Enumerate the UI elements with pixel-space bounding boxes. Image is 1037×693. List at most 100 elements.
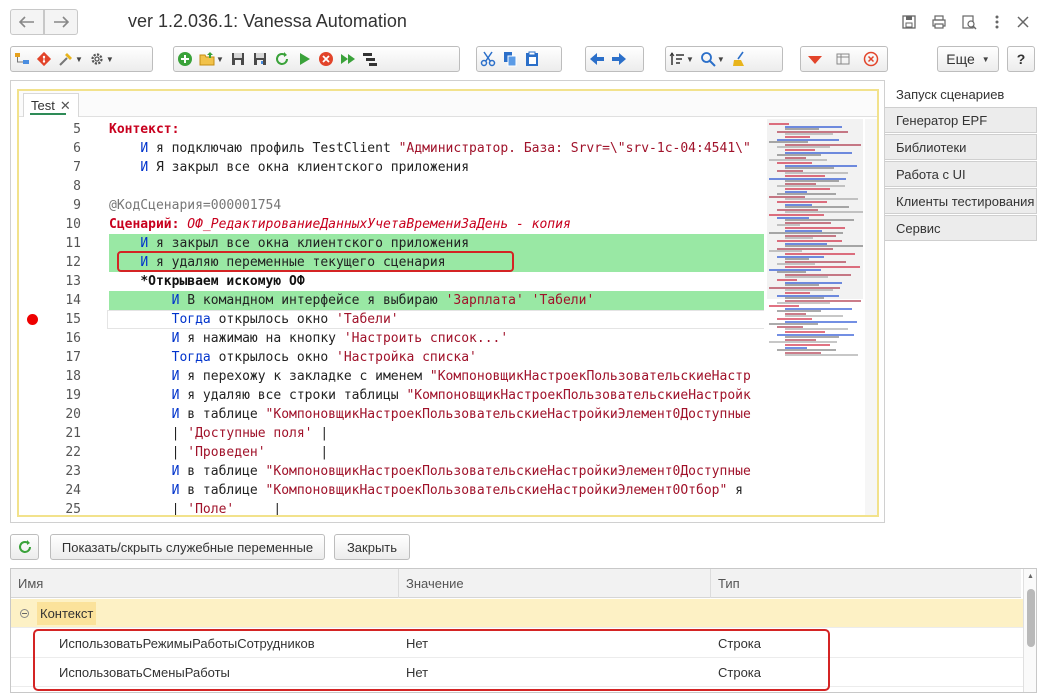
code-line[interactable]: 14 И В командном интерфейсе я выбираю 'З… <box>19 291 764 310</box>
side-tab-5[interactable]: Сервис <box>885 215 1037 241</box>
code-token: я нажимаю на кнопку <box>179 331 344 346</box>
code-line[interactable]: 9 @КодСценария=000001754 <box>19 196 764 215</box>
editor-tabstrip: Test ✕ <box>19 91 877 117</box>
back-button[interactable] <box>10 9 44 35</box>
tools-button[interactable]: ▼ <box>55 47 86 71</box>
clean-button[interactable] <box>728 47 750 71</box>
code-line[interactable]: 16 И я нажимаю на кнопку 'Настроить спис… <box>19 329 764 348</box>
run-button[interactable] <box>293 47 315 71</box>
step-button[interactable] <box>359 47 381 71</box>
code-token: "КомпоновщикНастроекПользовательскиеНаст… <box>265 407 751 422</box>
code-line[interactable]: 23 И в таблице "КомпоновщикНастроекПольз… <box>19 462 764 481</box>
save-window-button[interactable] <box>900 13 918 31</box>
open-button[interactable]: ▼ <box>196 47 227 71</box>
refresh-variables-button[interactable] <box>10 534 39 560</box>
printer-icon <box>932 15 946 29</box>
code-line[interactable]: 13 *Открываем искомую ОФ <box>19 272 764 291</box>
column-header-type[interactable]: Тип <box>711 569 1023 598</box>
dropdown-arrow-icon: ▼ <box>686 54 694 64</box>
line-number: 24 <box>65 483 81 498</box>
code-line[interactable]: 18 И я перехожу к закладке с именем "Ком… <box>19 367 764 386</box>
code-line[interactable]: 20 И в таблице "КомпоновщикНастроекПольз… <box>19 405 764 424</box>
code-line[interactable]: 7 И Я закрыл все окна клиентского прилож… <box>19 158 764 177</box>
prev-button[interactable] <box>586 47 608 71</box>
tree-button[interactable] <box>11 47 33 71</box>
add-button[interactable] <box>174 47 196 71</box>
code-line[interactable]: 6 И я подключаю профиль TestClient "Адми… <box>19 139 764 158</box>
code-token: | <box>312 426 329 441</box>
copy-button[interactable] <box>499 47 521 71</box>
settings-button[interactable]: ▼ <box>86 47 117 71</box>
code-minimap[interactable] <box>767 119 863 515</box>
run-all-button[interactable] <box>337 47 359 71</box>
column-header-name[interactable]: Имя <box>11 569 399 598</box>
forward-button[interactable] <box>44 9 78 35</box>
dropdown-arrow-icon: ▼ <box>105 54 114 64</box>
toggle-service-variables-button[interactable]: Показать/скрыть служебные переменные <box>50 534 325 560</box>
search-button[interactable]: ▼ <box>697 47 728 71</box>
floppy-icon <box>902 15 916 29</box>
scroll-thumb[interactable] <box>1027 589 1035 647</box>
code-line[interactable]: 25 | 'Поле' | <box>19 500 764 515</box>
refresh-button[interactable] <box>271 47 293 71</box>
line-number: 18 <box>65 369 81 384</box>
code-token: Контекст: <box>109 122 180 137</box>
next-button[interactable] <box>608 47 630 71</box>
code-area[interactable]: 5 Контекст: 6 И я подключаю профиль TestCl… <box>19 119 764 515</box>
stop-button[interactable] <box>315 47 337 71</box>
clear-button[interactable] <box>857 47 885 71</box>
more-button[interactable]: Еще ▼ <box>937 46 999 72</box>
help-button[interactable]: ? <box>1007 46 1035 72</box>
table-view-button[interactable] <box>829 47 857 71</box>
git-button[interactable] <box>33 47 55 71</box>
grid-scrollbar[interactable]: ▲ <box>1023 569 1036 692</box>
editor-scrollbar[interactable] <box>865 119 877 515</box>
paste-button[interactable] <box>521 47 543 71</box>
close-button[interactable]: Закрыть <box>334 534 410 560</box>
group-row-context[interactable]: Контекст <box>11 599 1023 628</box>
code-line[interactable]: 24 И в таблице "КомпоновщикНастроекПольз… <box>19 481 764 500</box>
toolbar-group-file: ▼ ▼ <box>10 46 153 72</box>
close-window-button[interactable] <box>1014 13 1032 31</box>
code-token: Сценарий: <box>109 217 180 232</box>
stop-circle-icon <box>318 52 333 66</box>
line-text: И я удаляю все строки таблицы "Компоновщ… <box>109 386 751 405</box>
line-number: 6 <box>73 141 81 156</box>
code-line[interactable]: 22 | 'Проведен' | <box>19 443 764 462</box>
more-button-label: Еще <box>946 51 975 67</box>
print-button[interactable] <box>930 13 948 31</box>
code-line[interactable]: 8 <box>19 177 764 196</box>
close-tab-icon[interactable]: ✕ <box>60 98 71 114</box>
scroll-up-icon[interactable]: ▲ <box>1027 573 1034 580</box>
code-line[interactable]: 19 И я удаляю все строки таблицы "Компон… <box>19 386 764 405</box>
side-tab-2[interactable]: Библиотеки <box>885 134 1037 160</box>
menu-button[interactable] <box>988 13 1006 31</box>
side-tab-0[interactable]: Запуск сценариев <box>885 81 1037 107</box>
code-token: "КомпоновщикНастроекПользовательскиеНаст… <box>265 483 728 498</box>
code-line[interactable]: 15 Тогда открылось окно 'Табели' <box>19 310 764 329</box>
preview-button[interactable] <box>960 13 978 31</box>
breakpoint-icon[interactable] <box>27 314 38 325</box>
floppy-multiple-icon <box>253 53 266 65</box>
collapse-icon[interactable] <box>20 609 29 618</box>
code-line[interactable]: 17 Тогда открылось окно 'Настройка списк… <box>19 348 764 367</box>
line-number: 22 <box>65 445 81 460</box>
line-number: 23 <box>65 464 81 479</box>
sort-button[interactable]: ▼ <box>666 47 697 71</box>
column-header-value[interactable]: Значение <box>399 569 711 598</box>
cut-button[interactable] <box>477 47 499 71</box>
tab-test[interactable]: Test ✕ <box>23 93 79 117</box>
save-button[interactable] <box>227 47 249 71</box>
side-tab-1[interactable]: Генератор EPF <box>885 107 1037 133</box>
folder-open-icon <box>199 52 215 66</box>
code-line[interactable]: 5 Контекст: <box>19 120 764 139</box>
side-tab-4[interactable]: Клиенты тестирования <box>885 188 1037 214</box>
code-line[interactable]: 21 | 'Доступные поля' | <box>19 424 764 443</box>
code-line[interactable]: 10 Сценарий: ОФ_РедактированиеДанныхУчета… <box>19 215 764 234</box>
side-tab-3[interactable]: Работа с UI <box>885 161 1037 187</box>
code-editor: Test ✕ 5 Контекст: 6 И я подключаю профиль… <box>17 89 879 517</box>
collapse-button[interactable] <box>801 47 829 71</box>
save-as-button[interactable] <box>249 47 271 71</box>
